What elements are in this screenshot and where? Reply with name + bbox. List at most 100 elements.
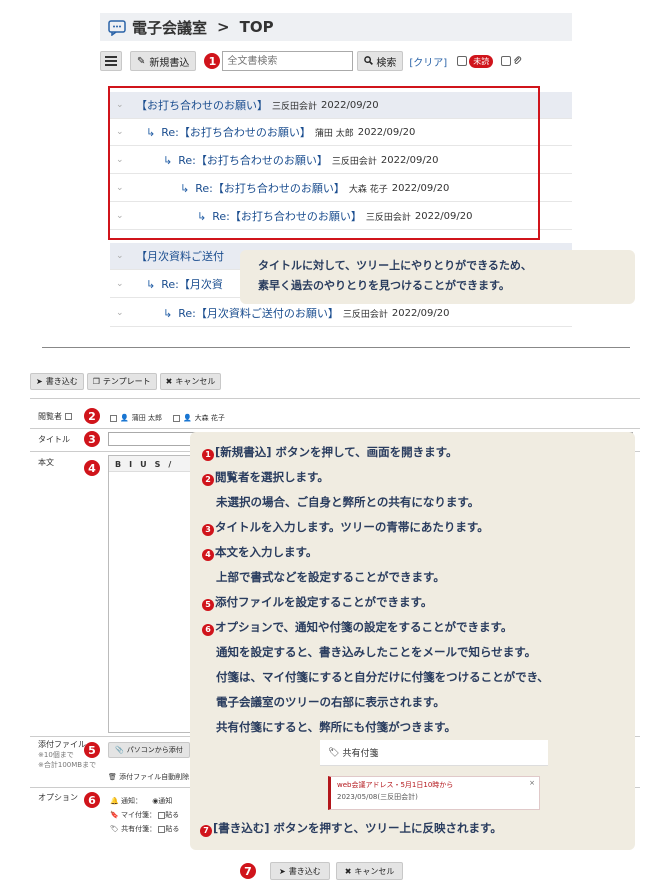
viewer2-checkbox[interactable]: [172, 414, 180, 422]
template-button[interactable]: ❐ テンプレート: [86, 373, 157, 390]
marker-2: 2: [84, 408, 100, 424]
viewer-all-checkbox[interactable]: [64, 413, 72, 420]
new-post-button[interactable]: ✎ 新規書込: [130, 51, 197, 71]
viewer-options: 👤 蒲田 太郎 👤 大森 花子: [110, 413, 225, 423]
viewer1-checkbox[interactable]: [110, 414, 117, 422]
paperclip-icon: [513, 55, 522, 67]
thread-title[interactable]: Re:【月次資: [161, 276, 223, 292]
send-icon: ➤: [36, 377, 43, 386]
attach-from-pc-button[interactable]: 📎 パソコンから添付: [108, 742, 190, 758]
tag-outline-icon: 🏷: [328, 747, 340, 758]
option-label: オプション: [38, 793, 78, 802]
my-tag-value: 貼る: [165, 811, 180, 819]
user-icon: 👤: [182, 414, 192, 422]
tag-outline-icon: 🏷: [110, 825, 119, 833]
editor-tool-button[interactable]: S: [155, 460, 161, 469]
shared-tag-sample: 🏷 共有付箋 web会議アドレス・5月1日10時から 2023/05/08(三反…: [320, 740, 548, 810]
viewer2-name: 大森 花子: [194, 414, 225, 422]
chevron-down-icon[interactable]: ⌄: [116, 279, 128, 289]
body-editor[interactable]: B I U S /: [108, 455, 198, 733]
thread-title[interactable]: 【月次資料ご送付: [136, 248, 224, 264]
attach-delete-label: 添付ファイル自動削除：: [119, 773, 197, 781]
instruction-text: 上部で書式などを設定することができます。: [216, 570, 445, 584]
shared-tag-header: 🏷 共有付箋: [320, 740, 548, 766]
chat-icon: [108, 18, 126, 36]
form-bottom-bar: 7 ➤ 書き込む ✖ キャンセル: [240, 860, 420, 882]
search-input[interactable]: [222, 51, 354, 71]
new-post-label: 新規書込: [149, 57, 190, 69]
editor-tool-button[interactable]: /: [168, 460, 171, 469]
instruction-line: 共有付箋にすると、弊所にも付箋がつきます。: [202, 717, 623, 742]
instruction-text: 共有付箋にすると、弊所にも付箋がつきます。: [216, 720, 457, 734]
instruction-text: [書き込む] ボタンを押すと、ツリー上に反映されます。: [213, 821, 502, 835]
search-button-label: 検索: [376, 57, 397, 69]
shared-tag-line2: 2023/05/08(三反田会計): [337, 793, 418, 801]
chevron-down-icon[interactable]: ⌄: [116, 308, 128, 318]
step-marker: 4: [202, 549, 214, 561]
my-tag-label: マイ付箋：: [120, 811, 156, 819]
instruction-line: 3 タイトルを入力します。ツリーの青帯にあたります。: [202, 517, 623, 542]
cancel-button-top[interactable]: ✖ キャンセル: [159, 373, 222, 390]
search-button[interactable]: 検索: [357, 51, 404, 71]
thread-date: 2022/09/20: [391, 307, 450, 319]
write-label: 書き込む: [288, 866, 321, 876]
search-icon: [364, 56, 374, 67]
reply-arrow-icon: ↳: [146, 277, 156, 291]
highlight-box: [108, 86, 540, 240]
unread-badge: 未読: [469, 54, 494, 68]
marker-3: 3: [84, 431, 100, 447]
unread-checkbox[interactable]: [457, 56, 468, 66]
tree-callout-line2: 素早く過去のやりとりを見つけることができます。: [258, 279, 510, 292]
copy-icon: ❐: [92, 377, 100, 386]
instruction-text: オプションで、通知や付箋の設定をすることができます。: [215, 620, 513, 634]
paperclip-icon: 📎: [115, 746, 124, 754]
cancel-button-bottom[interactable]: ✖ キャンセル: [335, 862, 404, 880]
instructions-list: 1 [新規書込] ボタンを押して、画面を開きます。 2 閲覧者を選択します。 未選択の場…: [202, 442, 623, 742]
pencil-icon: ✎: [137, 55, 146, 67]
instruction-text: 本文を入力します。: [215, 545, 318, 559]
attach-delete-wrap: 🗑 添付ファイル自動削除：: [108, 772, 196, 782]
editor-tool-button[interactable]: U: [140, 460, 147, 469]
step-marker: 1: [202, 449, 214, 461]
write-label: 書き込む: [45, 377, 78, 386]
trash-icon: 🗑: [108, 773, 117, 781]
marker-6: 6: [84, 792, 100, 808]
form-toolbar: ➤ 書き込む ❐ テンプレート ✖ キャンセル: [30, 373, 640, 393]
cancel-label: キャンセル: [354, 866, 395, 876]
clear-link[interactable]: [クリア]: [409, 54, 447, 69]
step-marker: 2: [202, 474, 214, 486]
thread-row[interactable]: ⌄ ↳ Re:【月次資料ご送付のお願い】 三反田会計 2022/09/20: [110, 300, 572, 327]
close-icon: ✖: [344, 866, 352, 876]
section-divider: [42, 347, 630, 348]
instruction-text: 通知を設定すると、書き込みしたことをメールで知らせます。: [216, 645, 537, 659]
editor-tool-button[interactable]: B: [115, 460, 121, 469]
instruction-text: 閲覧者を選択します。: [215, 470, 329, 484]
shared-tag-close[interactable]: ×: [529, 779, 535, 787]
step-marker: 3: [202, 524, 214, 536]
step-marker: 5: [202, 599, 214, 611]
instruction-line: 未選択の場合、ご自身と弊所との共有になります。: [202, 492, 623, 517]
step-marker: 7: [200, 824, 212, 837]
marker-5: 5: [84, 742, 100, 758]
attachment-checkbox[interactable]: [501, 56, 512, 66]
reply-arrow-icon: ↳: [163, 306, 173, 320]
tree-callout: タイトルに対して、ツリー上にやりとりができるため、 素早く過去のやりとりを見つけ…: [240, 250, 635, 304]
app-title: 電子会議室: [132, 18, 208, 37]
cancel-label: キャンセル: [175, 377, 216, 386]
instruction-line: 上部で書式などを設定することができます。: [202, 567, 623, 592]
viewer-label-wrap: 閲覧者: [38, 411, 72, 422]
write-button-bottom[interactable]: ➤ 書き込む: [270, 862, 330, 880]
editor-tool-button[interactable]: I: [129, 460, 132, 469]
thread-title[interactable]: Re:【月次資料ご送付のお願い】: [178, 305, 339, 321]
editor-toolbar: B I U S /: [109, 456, 197, 472]
menu-button[interactable]: [100, 51, 122, 71]
notify-label: 通知：: [120, 797, 142, 805]
write-button-top[interactable]: ➤ 書き込む: [30, 373, 84, 390]
viewer-label: 閲覧者: [38, 412, 62, 421]
close-icon: ✖: [165, 377, 173, 386]
form-line: [30, 398, 640, 399]
breadcrumb-separator: >: [217, 18, 230, 36]
user-icon: 👤: [120, 414, 129, 422]
step-marker: 6: [202, 624, 214, 636]
chevron-down-icon[interactable]: ⌄: [116, 251, 128, 261]
